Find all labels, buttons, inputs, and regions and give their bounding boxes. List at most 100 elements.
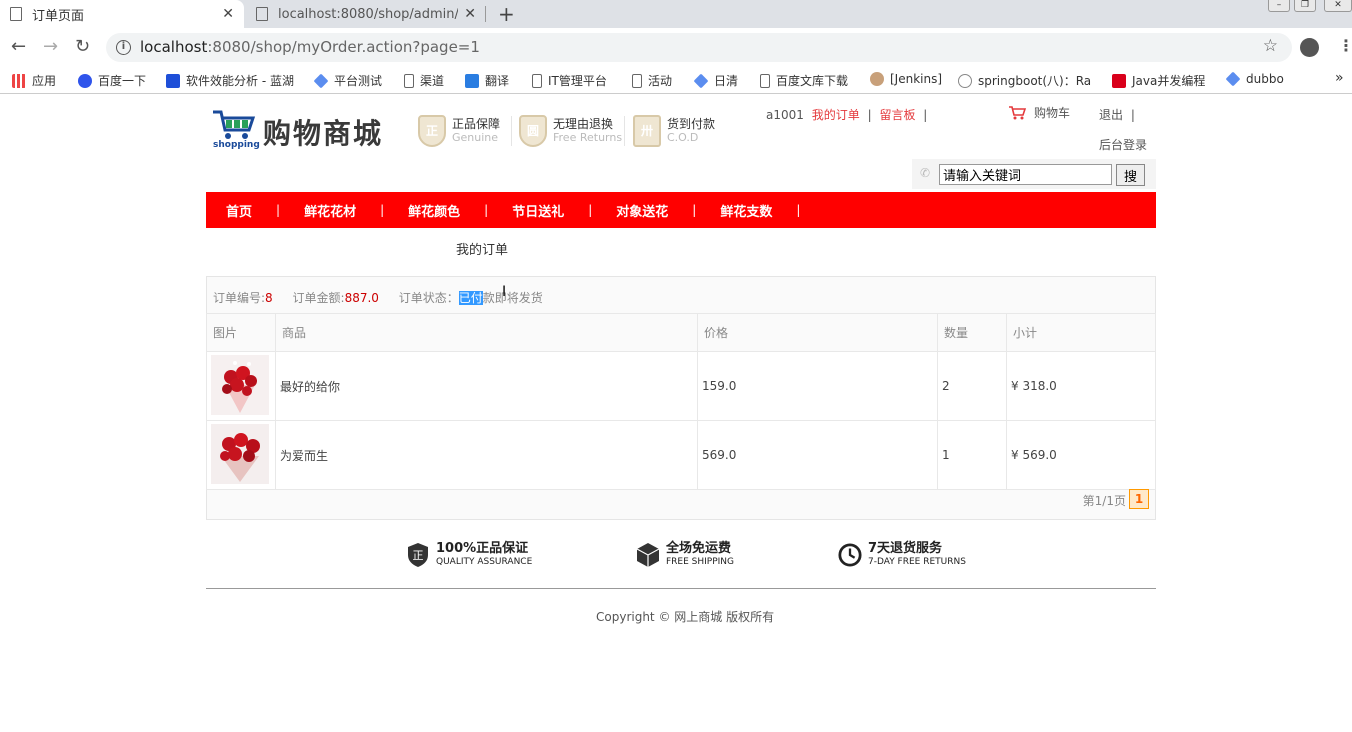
- nav-flower-colors[interactable]: 鲜花颜色: [408, 201, 460, 220]
- more-bookmarks-icon[interactable]: »: [1335, 70, 1344, 86]
- logo-subtitle: shopping: [213, 140, 260, 150]
- logo-title: 购物商城: [263, 117, 384, 150]
- nav-home[interactable]: 首页: [226, 201, 252, 220]
- bookmark-riqing[interactable]: 日清: [693, 72, 738, 89]
- product-name[interactable]: 最好的给你: [275, 351, 698, 421]
- service-returns: 7天退货服务 7-DAY FREE RETURNS: [838, 542, 966, 568]
- order-status-selected-text[interactable]: 已付: [458, 291, 483, 305]
- bookmark-platform-test[interactable]: 平台测试: [313, 72, 382, 89]
- bookmark-wenku[interactable]: 百度文库下载: [760, 72, 848, 89]
- bookmark-dubbo[interactable]: dubbo: [1225, 71, 1284, 87]
- promise-subtitle: Free Returns: [553, 131, 623, 144]
- window-close-button[interactable]: ✕: [1324, 0, 1352, 12]
- table-row: 为爱而生 569.0 1 ¥ 569.0: [206, 420, 1156, 490]
- column-header: 小计: [1006, 313, 1156, 352]
- returns-shield-icon: 圆: [519, 115, 547, 147]
- product-image-cell: [206, 351, 276, 421]
- order-status-text[interactable]: 款即将发货: [483, 291, 543, 305]
- search-input[interactable]: [939, 164, 1112, 185]
- promise-title: 无理由退换: [553, 117, 614, 131]
- bookmark-label: 渠道: [420, 74, 445, 88]
- bookmark-jenkins[interactable]: [Jenkins]: [870, 72, 942, 86]
- page-icon: [760, 73, 770, 88]
- tab-close-icon[interactable]: ✕: [464, 6, 476, 22]
- nav-recipient-flowers[interactable]: 对象送花: [616, 201, 668, 220]
- bookmark-java-concurrency[interactable]: Java并发编程: [1112, 72, 1205, 89]
- current-page-button[interactable]: 1: [1129, 489, 1149, 509]
- profile-avatar-icon[interactable]: [1300, 38, 1319, 57]
- page-icon: [10, 7, 22, 21]
- nav-separator: |: [588, 203, 593, 217]
- order-status-label: 订单状态：: [398, 291, 459, 305]
- logout-link[interactable]: 退出 |: [1099, 106, 1135, 123]
- promise-subtitle: C.O.D: [667, 131, 699, 144]
- address-bar[interactable]: i localhost:8080/shop/myOrder.action?pag…: [106, 33, 1292, 62]
- page-icon: [632, 73, 642, 88]
- baidu-paw-icon: [78, 73, 92, 88]
- column-header: 价格: [697, 313, 938, 352]
- admin-login-link[interactable]: 后台登录: [1099, 136, 1147, 153]
- nav-holiday-gifts[interactable]: 节日送礼: [512, 201, 564, 220]
- bookmark-baidu[interactable]: 百度一下: [78, 72, 146, 89]
- flower-bouquet-image[interactable]: [211, 423, 269, 484]
- tab-divider: [485, 6, 486, 22]
- my-orders-link[interactable]: 我的订单: [812, 108, 860, 122]
- minimize-button[interactable]: –: [1268, 0, 1290, 12]
- browser-menu-icon[interactable]: ⋮: [1338, 36, 1352, 55]
- jenkins-icon: [870, 72, 884, 86]
- nav-separator: |: [380, 203, 385, 217]
- bookmark-apps[interactable]: 应用: [12, 72, 56, 89]
- promise-subtitle: Genuine: [452, 131, 499, 144]
- promise-genuine: 正 正品保障 Genuine: [418, 114, 500, 148]
- message-board-link[interactable]: 留言板: [879, 108, 915, 122]
- page-title: 我的订单: [456, 243, 509, 258]
- bookmark-springboot[interactable]: springboot(八)：Ra: [958, 72, 1091, 89]
- reload-icon[interactable]: ↻: [75, 36, 90, 57]
- cart-label: 购物车: [1034, 106, 1071, 120]
- bookmark-star-icon[interactable]: ☆: [1263, 36, 1278, 56]
- genuine-shield-icon: 正: [418, 115, 446, 147]
- bookmark-label: 活动: [648, 74, 673, 88]
- order-amount-label: 订单金额:: [292, 291, 345, 305]
- nav-separator: |: [276, 203, 281, 217]
- bookmark-label: [Jenkins]: [890, 72, 943, 86]
- product-name[interactable]: 为爱而生: [275, 420, 698, 490]
- restore-button[interactable]: ❐: [1294, 0, 1316, 12]
- nav-flower-materials[interactable]: 鲜花花材: [304, 201, 356, 220]
- service-subtitle: FREE SHIPPING: [666, 557, 735, 567]
- url-text[interactable]: localhost:8080/shop/myOrder.action?page=…: [140, 38, 480, 56]
- search-button[interactable]: 搜: [1116, 164, 1145, 186]
- shield-icon: 正: [408, 543, 428, 567]
- product-price: 569.0: [697, 420, 938, 490]
- bookmarks-bar: 应用 百度一下 软件效能分析 - 蓝湖 平台测试 渠道 翻译 IT管理平台 活动…: [0, 66, 1352, 94]
- bookmark-lanhu[interactable]: 软件效能分析 - 蓝湖: [166, 72, 294, 89]
- bookmark-it-platform[interactable]: IT管理平台: [532, 72, 607, 89]
- service-subtitle: 7-DAY FREE RETURNS: [868, 557, 966, 567]
- new-tab-button[interactable]: +: [498, 2, 515, 26]
- flower-bouquet-image[interactable]: [211, 354, 269, 415]
- promise-divider: [624, 116, 625, 146]
- tab-close-icon[interactable]: ✕: [222, 6, 234, 22]
- service-quality: 正 100%正品保证 QUALITY ASSURANCE: [406, 542, 532, 568]
- bookmark-channel[interactable]: 渠道: [404, 72, 444, 89]
- back-icon[interactable]: ←: [11, 36, 26, 57]
- tab-order-page[interactable]: 订单页面 ✕: [0, 0, 244, 28]
- bookmark-label: 百度一下: [98, 74, 147, 88]
- info-icon[interactable]: i: [116, 40, 131, 55]
- diamond-icon: [313, 73, 329, 88]
- service-shipping: 全场免运费 FREE SHIPPING: [636, 542, 734, 568]
- forward-icon[interactable]: →: [43, 36, 58, 57]
- bookmark-translate[interactable]: 翻译: [465, 72, 509, 89]
- bookmark-activity[interactable]: 活动: [632, 72, 672, 89]
- service-title: 7天退货服务: [868, 541, 943, 556]
- diamond-icon: [1225, 71, 1241, 87]
- tab-admin[interactable]: localhost:8080/shop/admin/ac ✕: [246, 0, 486, 28]
- nav-stem-count[interactable]: 鲜花支数: [720, 201, 772, 220]
- phone-icon: ✆: [920, 166, 931, 180]
- page-indicator: 第1/1页: [1082, 494, 1126, 508]
- order-amount-value: 887.0: [344, 291, 379, 305]
- cart-link[interactable]: 购物车: [1008, 104, 1070, 121]
- pipe-separator: |: [867, 108, 872, 122]
- tab-title: 订单页面: [32, 8, 85, 24]
- url-host: localhost: [140, 38, 208, 56]
